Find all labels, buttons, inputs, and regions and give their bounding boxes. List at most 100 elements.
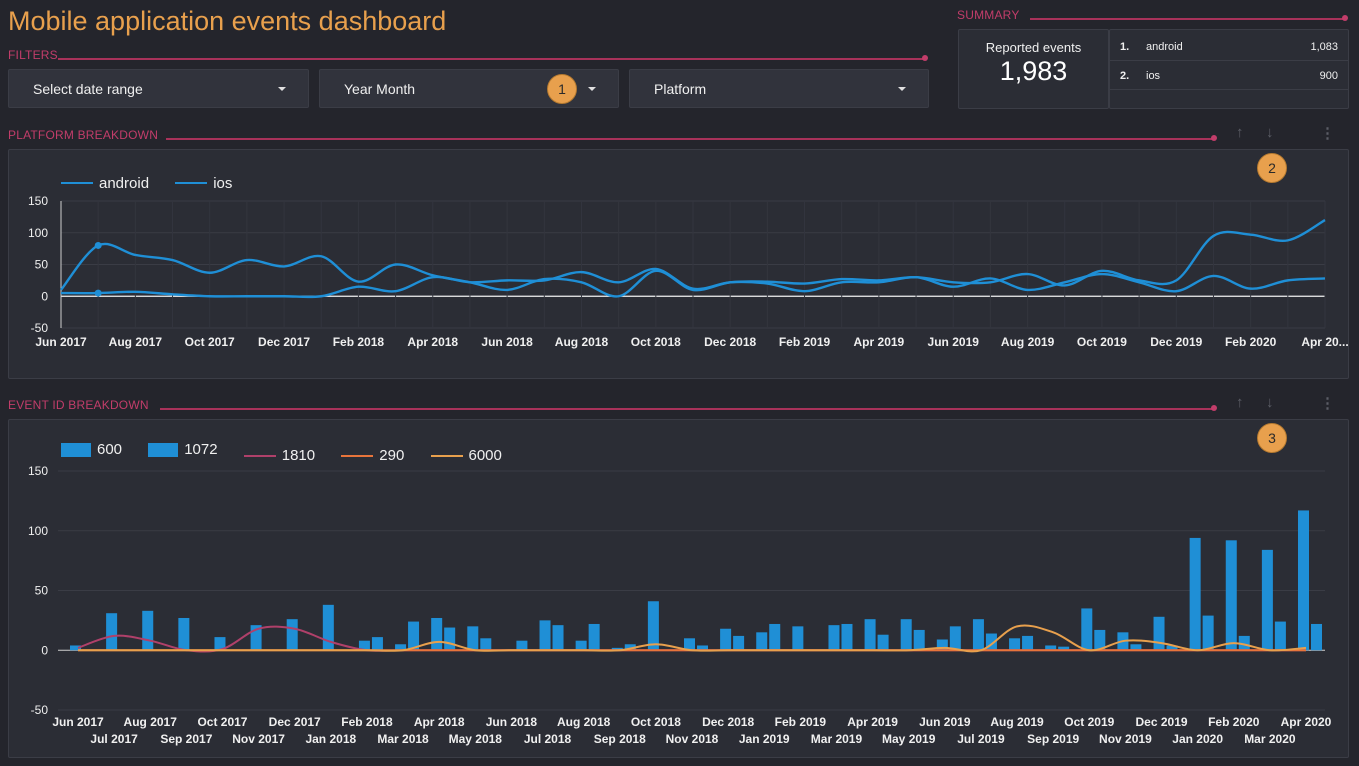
bar-600 <box>178 617 190 651</box>
bar-600 <box>792 626 804 651</box>
x-tick-label: Dec 2018 <box>702 715 754 729</box>
bar-600 <box>1081 608 1093 651</box>
x-tick-label: Sep 2017 <box>160 732 212 746</box>
bar-600 <box>467 626 479 651</box>
data-point <box>94 289 102 297</box>
bar-1072 <box>480 638 492 651</box>
y-tick-label: 0 <box>41 289 48 303</box>
x-tick-label: Oct 2019 <box>1077 335 1127 349</box>
date-range-label: Select date range <box>33 81 143 97</box>
x-tick-label: Aug 2017 <box>109 335 163 349</box>
bar-600 <box>142 610 154 651</box>
event-breakdown-label: EVENT ID BREAKDOWN <box>8 398 149 412</box>
bar-1072 <box>552 625 564 651</box>
x-tick-label: Jun 2018 <box>486 715 538 729</box>
y-tick-label: 150 <box>28 194 48 208</box>
summary-section-dot <box>1342 15 1348 21</box>
bar-600 <box>322 604 334 651</box>
table-row[interactable]: 1. android 1,083 <box>1110 32 1348 60</box>
bar-600 <box>575 640 587 651</box>
bar-600 <box>864 619 876 651</box>
platform-label: Platform <box>654 81 707 97</box>
x-tick-label: Dec 2017 <box>269 715 321 729</box>
annotation-badge-1: 1 <box>547 74 577 104</box>
x-tick-label: Jun 2018 <box>481 335 533 349</box>
table-row[interactable]: 2. ios 900 <box>1110 61 1348 89</box>
x-tick-label: Sep 2019 <box>1027 732 1079 746</box>
x-tick-label: Jun 2017 <box>35 335 87 349</box>
platform-section-dot <box>1211 135 1217 141</box>
reported-events-scorecard: Reported events 1,983 <box>958 29 1109 109</box>
x-tick-label: Feb 2019 <box>775 715 827 729</box>
bar-600 <box>106 613 118 651</box>
x-tick-label: Mar 2019 <box>811 732 863 746</box>
bar-600 <box>720 628 732 651</box>
arrow-down-icon[interactable]: ↓ <box>1266 124 1274 141</box>
bar-600 <box>756 632 768 651</box>
platform-line-chart: 150 100 50 0 -50Jun 2017 Aug 2017 Oct 2017 Dec … <box>28 194 1349 349</box>
x-tick-label: Mar 2020 <box>1244 732 1296 746</box>
bar-1072 <box>516 640 528 651</box>
x-tick-label: Oct 2018 <box>631 715 681 729</box>
filters-section-dot <box>922 55 928 61</box>
chevron-down-icon <box>588 87 596 91</box>
bar-600 <box>828 625 840 651</box>
platform-summary-table: 1. android 1,083 2. ios 900 <box>1109 29 1349 109</box>
x-tick-label: Aug 2017 <box>124 715 178 729</box>
x-tick-label: Oct 2017 <box>185 335 235 349</box>
y-tick-label: 150 <box>28 464 48 478</box>
x-tick-label: Nov 2019 <box>1099 732 1152 746</box>
x-tick-label: Apr 2019 <box>847 715 898 729</box>
x-tick-label: Aug 2019 <box>1001 335 1055 349</box>
arrow-down-icon[interactable]: ↓ <box>1266 394 1274 411</box>
x-tick-label: Apr 2018 <box>407 335 458 349</box>
bar-1072 <box>444 627 456 651</box>
bar-600 <box>647 601 659 651</box>
row-name: android <box>1146 41 1183 53</box>
x-tick-label: Apr 2019 <box>854 335 905 349</box>
bar-1072 <box>877 634 889 651</box>
dashboard-title: Mobile application events dashboard <box>8 6 447 36</box>
platform-dropdown[interactable]: Platform <box>629 69 929 108</box>
year-month-label: Year Month <box>344 81 416 97</box>
x-tick-label: Aug 2019 <box>990 715 1044 729</box>
arrow-up-icon[interactable]: ↑ <box>1236 394 1244 411</box>
y-tick-label: -50 <box>31 703 49 717</box>
x-tick-label: Sep 2018 <box>594 732 646 746</box>
date-range-dropdown[interactable]: Select date range <box>8 69 309 108</box>
filters-section-line <box>58 58 924 60</box>
y-tick-label: 50 <box>35 258 49 272</box>
summary-section-label: SUMMARY <box>957 8 1020 22</box>
chevron-down-icon <box>898 87 906 91</box>
y-tick-label: 100 <box>28 226 48 240</box>
x-tick-label: May 2018 <box>449 732 503 746</box>
y-tick-label: 50 <box>35 584 49 598</box>
arrow-up-icon[interactable]: ↑ <box>1236 124 1244 141</box>
more-vert-icon[interactable]: ⋮ <box>1320 124 1335 142</box>
event-section-dot <box>1211 405 1217 411</box>
x-tick-label: Apr 20... <box>1301 335 1348 349</box>
x-tick-label: Jun 2019 <box>928 335 980 349</box>
platform-breakdown-label: PLATFORM BREAKDOWN <box>8 128 159 142</box>
x-tick-label: Apr 2020 <box>1281 715 1332 729</box>
x-tick-label: Oct 2018 <box>631 335 681 349</box>
x-tick-label: Oct 2019 <box>1064 715 1114 729</box>
x-tick-label: Jan 2020 <box>1172 732 1223 746</box>
more-vert-icon[interactable]: ⋮ <box>1320 394 1335 412</box>
bar-600 <box>1009 638 1021 651</box>
reported-events-value: 1,983 <box>999 56 1068 86</box>
x-tick-label: Nov 2017 <box>232 732 285 746</box>
reported-events-label: Reported events <box>985 40 1082 55</box>
y-tick-label: -50 <box>31 321 49 335</box>
x-tick-label: Jul 2017 <box>90 732 138 746</box>
event-section-line <box>160 408 1213 410</box>
x-tick-label: Dec 2019 <box>1136 715 1188 729</box>
bar-600 <box>1189 537 1201 651</box>
bar-600 <box>539 620 551 651</box>
bar-1072 <box>841 623 853 651</box>
bar-600 <box>1225 540 1237 651</box>
x-tick-label: Oct 2017 <box>197 715 247 729</box>
bar-600 <box>1298 510 1309 651</box>
x-tick-label: Jul 2018 <box>524 732 572 746</box>
x-tick-label: Jan 2019 <box>739 732 790 746</box>
